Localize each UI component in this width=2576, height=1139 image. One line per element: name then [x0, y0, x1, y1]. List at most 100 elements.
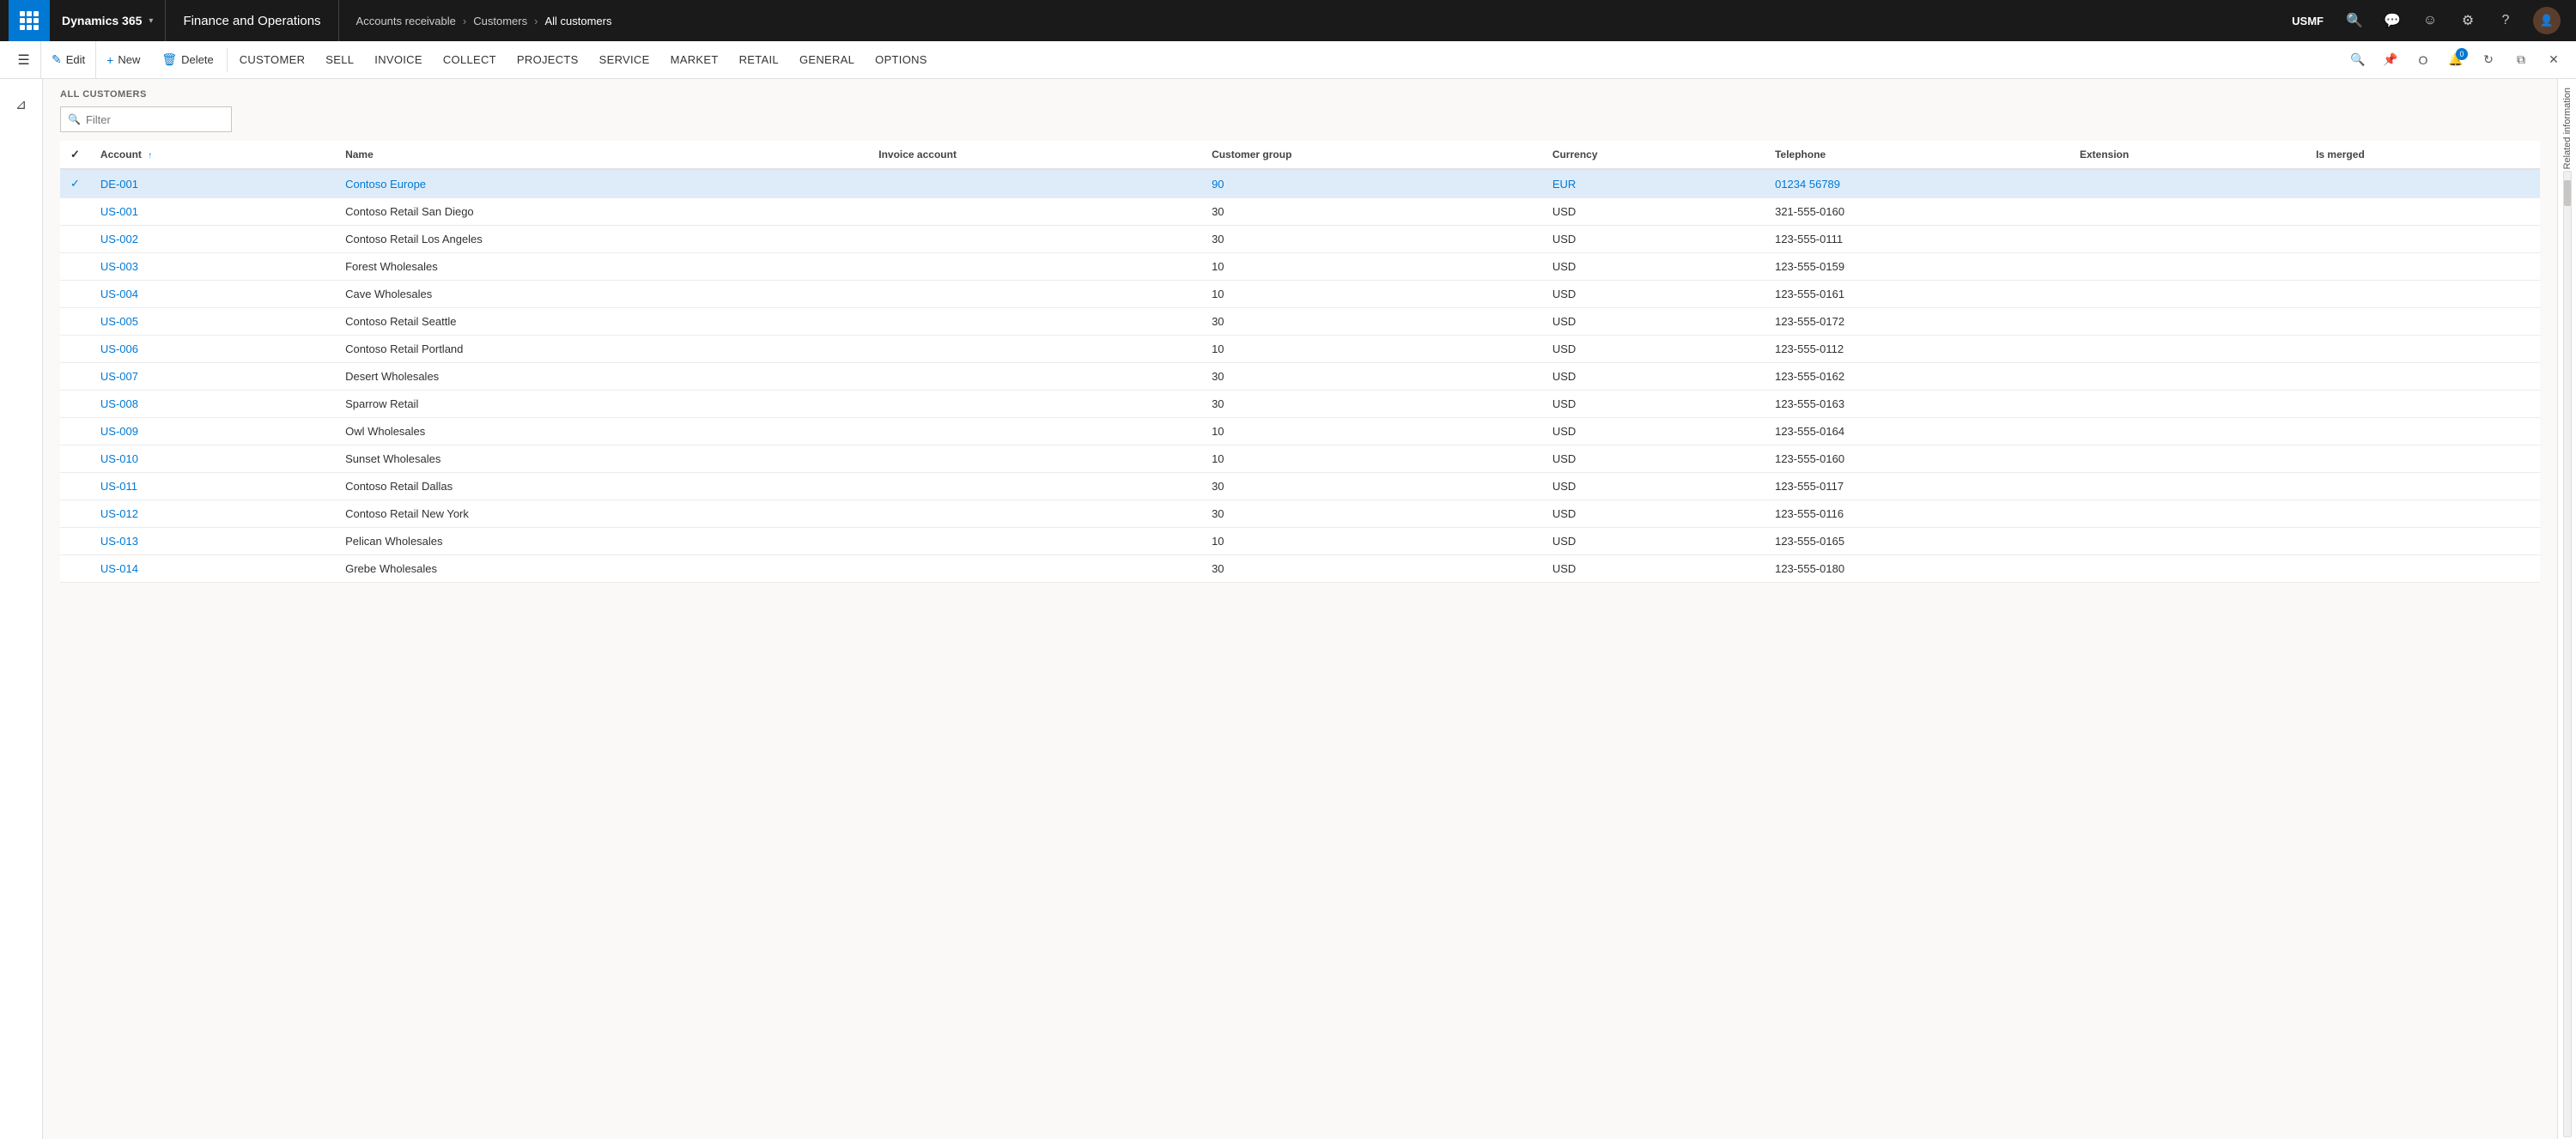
cell-account[interactable]: DE-001: [90, 169, 335, 198]
cell-account[interactable]: US-003: [90, 253, 335, 281]
row-check[interactable]: [60, 528, 90, 555]
notification-button[interactable]: 🔔 0: [2440, 45, 2471, 76]
col-currency[interactable]: Currency: [1542, 141, 1765, 169]
row-check[interactable]: [60, 391, 90, 418]
cell-account[interactable]: US-011: [90, 473, 335, 500]
row-check[interactable]: [60, 418, 90, 445]
account-link[interactable]: US-011: [100, 480, 137, 493]
cell-account[interactable]: US-001: [90, 198, 335, 226]
account-link[interactable]: US-008: [100, 397, 138, 410]
account-link[interactable]: US-002: [100, 233, 138, 245]
menu-retail[interactable]: RETAIL: [729, 41, 789, 79]
col-name[interactable]: Name: [335, 141, 868, 169]
table-row[interactable]: US-008Sparrow Retail30USD123-555-0163: [60, 391, 2540, 418]
table-row[interactable]: ✓DE-001Contoso Europe90EUR01234 56789: [60, 169, 2540, 198]
table-row[interactable]: US-005Contoso Retail Seattle30USD123-555…: [60, 308, 2540, 336]
cell-account[interactable]: US-014: [90, 555, 335, 583]
account-link[interactable]: US-009: [100, 425, 138, 438]
row-check[interactable]: [60, 363, 90, 391]
restore-button[interactable]: ⧉: [2506, 45, 2537, 76]
breadcrumb-customers[interactable]: Customers: [473, 15, 527, 27]
cell-account[interactable]: US-007: [90, 363, 335, 391]
account-link[interactable]: US-014: [100, 562, 138, 575]
office-button[interactable]: O: [2408, 45, 2439, 76]
account-link[interactable]: US-001: [100, 205, 138, 218]
col-telephone[interactable]: Telephone: [1765, 141, 2069, 169]
filter-input[interactable]: [86, 113, 237, 126]
col-invoice-account[interactable]: Invoice account: [868, 141, 1201, 169]
menu-general[interactable]: GENERAL: [789, 41, 865, 79]
table-row[interactable]: US-004Cave Wholesales10USD123-555-0161: [60, 281, 2540, 308]
row-check[interactable]: [60, 281, 90, 308]
col-is-merged[interactable]: Is merged: [2306, 141, 2540, 169]
menu-invoice[interactable]: INVOICE: [364, 41, 433, 79]
account-link[interactable]: US-004: [100, 288, 138, 300]
col-extension[interactable]: Extension: [2069, 141, 2306, 169]
new-button[interactable]: + New: [96, 41, 151, 79]
row-check[interactable]: [60, 308, 90, 336]
table-row[interactable]: US-012Contoso Retail New York30USD123-55…: [60, 500, 2540, 528]
related-info-label[interactable]: Related information: [2562, 88, 2573, 169]
waffle-button[interactable]: [9, 0, 50, 41]
menu-customer[interactable]: CUSTOMER: [229, 41, 316, 79]
col-account[interactable]: Account ↑: [90, 141, 335, 169]
menu-toggle-button[interactable]: ☰: [7, 41, 41, 79]
person-button[interactable]: ☺: [2413, 0, 2447, 41]
avatar[interactable]: 👤: [2533, 7, 2561, 34]
cell-account[interactable]: US-002: [90, 226, 335, 253]
table-row[interactable]: US-006Contoso Retail Portland10USD123-55…: [60, 336, 2540, 363]
menu-projects[interactable]: PROJECTS: [507, 41, 589, 79]
help-button[interactable]: ?: [2488, 0, 2523, 41]
account-link[interactable]: US-010: [100, 452, 138, 465]
row-check[interactable]: [60, 198, 90, 226]
table-row[interactable]: US-014Grebe Wholesales30USD123-555-0180: [60, 555, 2540, 583]
table-row[interactable]: US-013Pelican Wholesales10USD123-555-016…: [60, 528, 2540, 555]
table-row[interactable]: US-003Forest Wholesales10USD123-555-0159: [60, 253, 2540, 281]
account-link[interactable]: US-013: [100, 535, 138, 548]
row-check[interactable]: [60, 445, 90, 473]
cell-account[interactable]: US-009: [90, 418, 335, 445]
account-link[interactable]: US-003: [100, 260, 138, 273]
delete-button[interactable]: 🗑 Delete: [151, 41, 224, 79]
row-check[interactable]: [60, 555, 90, 583]
table-row[interactable]: US-002Contoso Retail Los Angeles30USD123…: [60, 226, 2540, 253]
cell-account[interactable]: US-005: [90, 308, 335, 336]
menu-market[interactable]: MARKET: [660, 41, 729, 79]
search-filter-button[interactable]: 🔍: [2342, 45, 2373, 76]
table-row[interactable]: US-009Owl Wholesales10USD123-555-0164: [60, 418, 2540, 445]
cell-account[interactable]: US-012: [90, 500, 335, 528]
row-check[interactable]: ✓: [60, 169, 90, 198]
menu-options[interactable]: OPTIONS: [865, 41, 938, 79]
pin-button[interactable]: 📌: [2375, 45, 2406, 76]
left-nav-filter-button[interactable]: ⊿: [4, 88, 39, 122]
account-link[interactable]: DE-001: [100, 178, 138, 191]
search-button[interactable]: 🔍: [2337, 0, 2372, 41]
brand-section[interactable]: Dynamics 365 ▾: [50, 0, 166, 41]
menu-service[interactable]: SERVICE: [589, 41, 660, 79]
cell-account[interactable]: US-008: [90, 391, 335, 418]
menu-collect[interactable]: COLLECT: [433, 41, 507, 79]
refresh-button[interactable]: ↻: [2473, 45, 2504, 76]
account-link[interactable]: US-007: [100, 370, 138, 383]
table-row[interactable]: US-011Contoso Retail Dallas30USD123-555-…: [60, 473, 2540, 500]
edit-button[interactable]: ✎ Edit: [41, 41, 96, 79]
table-row[interactable]: US-007Desert Wholesales30USD123-555-0162: [60, 363, 2540, 391]
cell-account[interactable]: US-006: [90, 336, 335, 363]
right-scrollbar[interactable]: [2563, 171, 2572, 1137]
close-button[interactable]: ✕: [2538, 45, 2569, 76]
settings-button[interactable]: ⚙: [2451, 0, 2485, 41]
row-check[interactable]: [60, 253, 90, 281]
breadcrumb-accounts-receivable[interactable]: Accounts receivable: [356, 15, 456, 27]
cell-account[interactable]: US-013: [90, 528, 335, 555]
cell-account[interactable]: US-010: [90, 445, 335, 473]
col-customer-group[interactable]: Customer group: [1201, 141, 1542, 169]
row-check[interactable]: [60, 226, 90, 253]
menu-sell[interactable]: SELL: [315, 41, 364, 79]
table-row[interactable]: US-010Sunset Wholesales10USD123-555-0160: [60, 445, 2540, 473]
account-link[interactable]: US-006: [100, 342, 138, 355]
table-row[interactable]: US-001Contoso Retail San Diego30USD321-5…: [60, 198, 2540, 226]
company-selector[interactable]: USMF: [2281, 15, 2334, 27]
cell-account[interactable]: US-004: [90, 281, 335, 308]
message-button[interactable]: 💬: [2375, 0, 2409, 41]
row-check[interactable]: [60, 336, 90, 363]
